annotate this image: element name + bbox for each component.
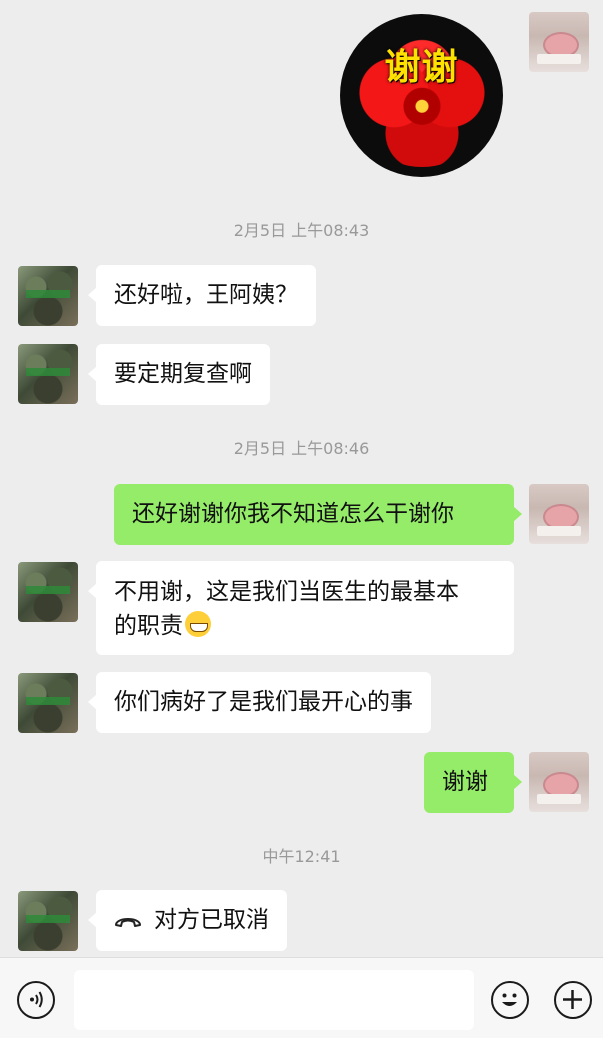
timestamp: 中午12:41 [262,847,341,866]
timestamp: 2月5日 上午08:46 [233,439,370,458]
my-message-bubble[interactable]: 还好谢谢你我不知道怎么干谢你 [114,484,522,545]
my-avatar[interactable] [529,12,589,72]
plus-icon[interactable] [554,981,592,1019]
phone-hangup-icon [114,904,142,938]
doctor-avatar[interactable] [18,266,78,326]
my-avatar[interactable] [529,484,589,544]
sticker-caption: 谢谢 [384,47,459,88]
input-toolbar [0,957,603,1038]
message-bubble[interactable]: 要定期复查啊 [88,344,270,405]
doctor-avatar[interactable] [18,344,78,404]
message-line: 的职责 [114,613,183,639]
call-status-text: 对方已取消 [154,907,269,933]
message-line: 不用谢，这是我们当医生的最基本 [114,579,459,605]
emoji-icon[interactable] [491,981,529,1019]
my-avatar[interactable] [529,752,589,812]
doctor-avatar[interactable] [18,562,78,622]
message-bubble[interactable]: 你们病好了是我们最开心的事 [88,672,431,733]
grin-emoji-icon [185,611,211,637]
doctor-avatar[interactable] [18,673,78,733]
voice-icon[interactable] [17,981,55,1019]
thanks-flower-sticker[interactable]: 谢谢 [340,14,503,177]
message-input[interactable] [74,970,474,1030]
message-bubble[interactable]: 还好啦，王阿姨？ [88,265,316,326]
doctor-avatar[interactable] [18,891,78,951]
chat-area: 谢谢 2月5日 上午08:43 还好啦，王阿姨？ 要定期复查啊 2月5日 上午0… [0,0,603,957]
timestamp: 2月5日 上午08:43 [233,221,370,240]
call-status-bubble[interactable]: 对方已取消 [88,890,287,951]
my-message-bubble[interactable]: 谢谢 [424,752,522,813]
message-bubble[interactable]: 不用谢，这是我们当医生的最基本 的职责 [88,561,514,655]
